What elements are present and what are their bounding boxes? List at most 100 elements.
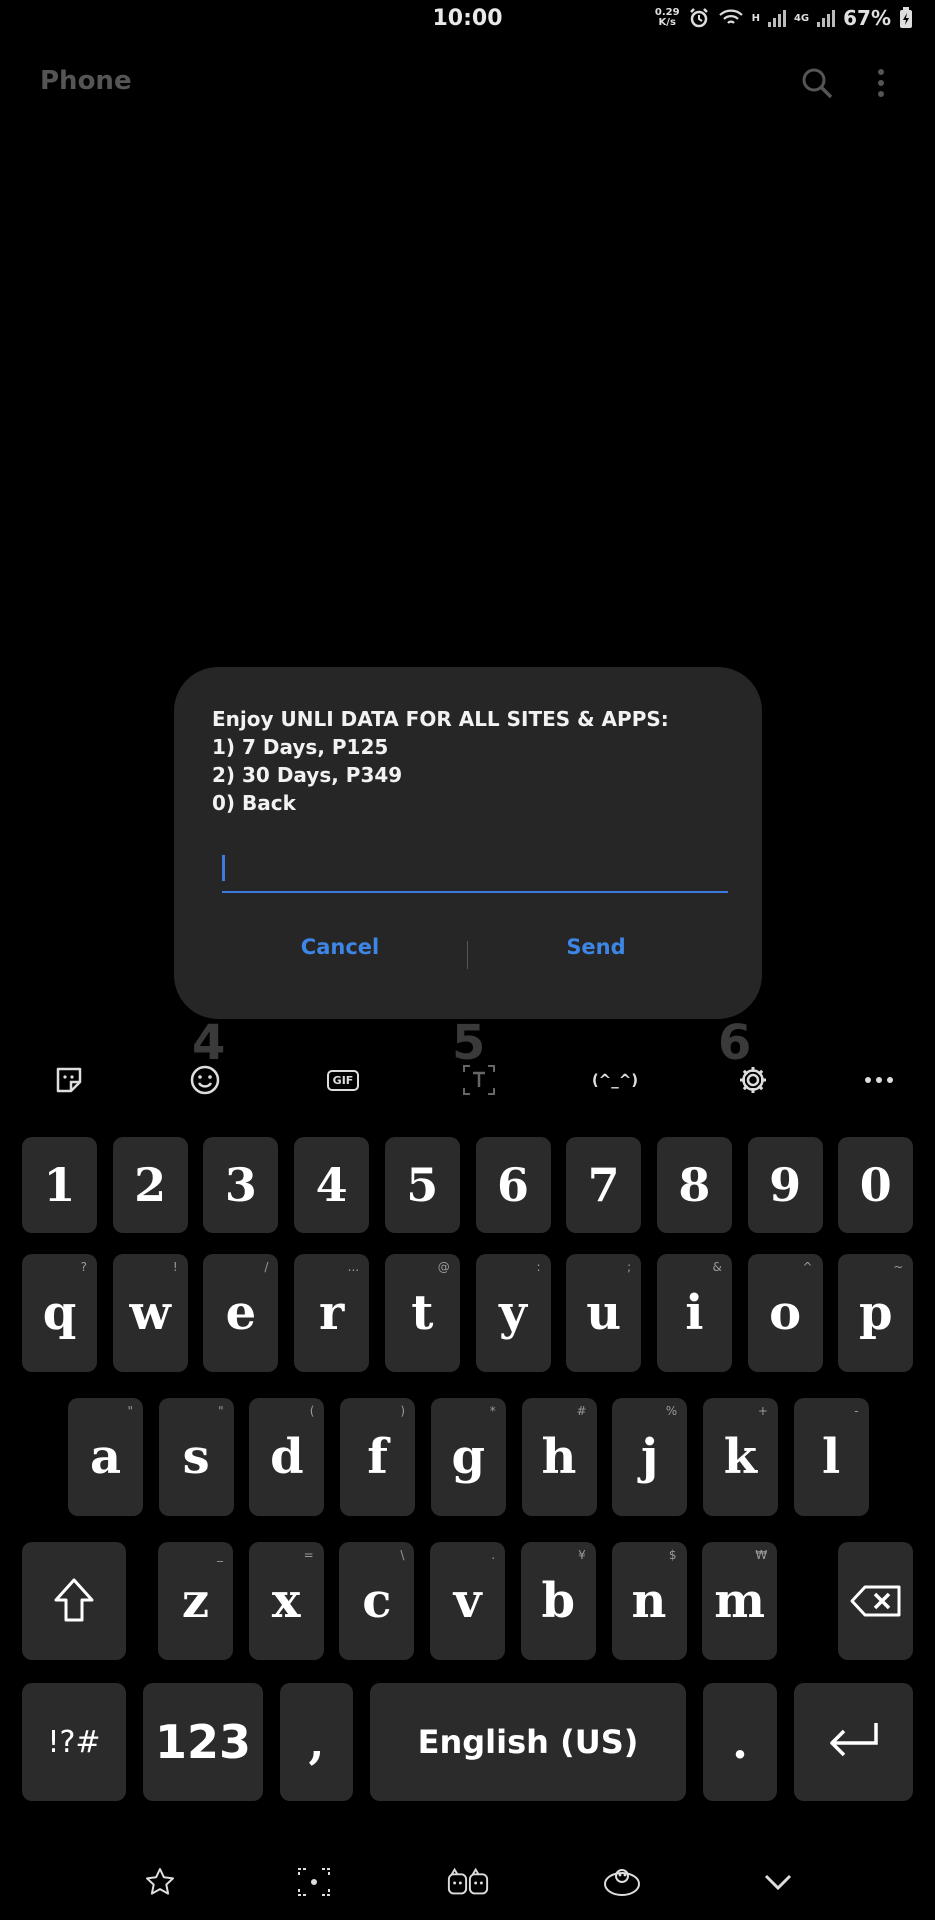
sticker-icon [56,1067,82,1093]
key-i[interactable]: i & [656,1254,732,1372]
favorites-button[interactable] [138,1860,182,1904]
key-j[interactable]: j% [612,1398,688,1516]
key-hint: ! [172,1260,178,1274]
key-f[interactable]: f) [340,1398,416,1516]
key-w[interactable]: w! [112,1254,188,1372]
text-scan-button[interactable] [454,1058,504,1102]
key-2[interactable]: 2 [112,1137,188,1233]
key-b[interactable]: b ¥ [520,1542,596,1660]
key-r[interactable]: r... [294,1254,370,1372]
key-7[interactable]: 7 [566,1137,642,1233]
key-n[interactable]: n $ [611,1542,687,1660]
key-label: 3 [224,1158,257,1212]
dialog-message: Enjoy UNLI DATA FOR ALL SITES & APPS: 1)… [212,707,669,815]
key-hint: ¥ [578,1548,586,1562]
key-k[interactable]: k + [702,1398,778,1516]
key-4[interactable]: 4 [294,1137,370,1233]
send-button[interactable]: Send [496,935,696,959]
key-5[interactable]: 5 [384,1137,460,1233]
key-3[interactable]: 3 [203,1137,279,1233]
key-hint: = [303,1548,314,1562]
toolbar-more-button[interactable] [854,1058,904,1102]
key-label: y [499,1285,527,1341]
mascot-icon [604,1869,640,1896]
search-button[interactable] [800,66,836,102]
key-q[interactable]: q? [22,1254,97,1372]
key-hint: + [757,1404,768,1418]
key-t[interactable]: t @ [384,1254,460,1372]
key-l[interactable]: l- [793,1398,869,1516]
key-d[interactable]: d( [249,1398,325,1516]
key-label: u [586,1285,622,1341]
key-hint: _ [217,1548,223,1562]
network-h-label: H [751,12,760,24]
battery-percent: 67% [843,6,891,30]
key-label: c [362,1573,392,1629]
key-label: n [631,1573,667,1629]
signal-icon-2 [817,9,836,27]
key-o[interactable]: o ^ [747,1254,823,1372]
key-9[interactable]: 9 [747,1137,823,1233]
response-input[interactable] [222,851,728,893]
key-p[interactable]: p ~ [838,1254,914,1372]
key-label: 5 [406,1158,439,1212]
kaomoji-button[interactable]: (^_^) [590,1058,640,1102]
key-0[interactable]: 0 [838,1137,914,1233]
key-label: k [723,1429,758,1485]
space-key[interactable]: English (US) [370,1683,686,1801]
key-label: 2 [134,1158,167,1212]
enter-key[interactable] [794,1683,913,1801]
key-z[interactable]: z _ [158,1542,233,1660]
cancel-button[interactable]: Cancel [240,935,440,959]
key-hint: - [854,1404,859,1418]
hide-keyboard-button[interactable] [756,1860,800,1904]
key-hint: / [264,1260,269,1274]
key-m[interactable]: m ₩ [702,1542,778,1660]
key-u[interactable]: u; [566,1254,642,1372]
more-options-button[interactable] [870,66,892,102]
numbers-key[interactable]: 123 [143,1683,263,1801]
key-label: q [42,1285,77,1341]
key-label: z [181,1573,210,1629]
backspace-key[interactable] [838,1542,913,1660]
key-label: 7 [587,1158,620,1212]
key-label: f [367,1429,388,1485]
sticker-button[interactable] [44,1058,94,1102]
shift-key[interactable] [22,1542,126,1660]
key-h[interactable]: h # [521,1398,597,1516]
key-8[interactable]: 8 [656,1137,732,1233]
app-title: Phone [40,66,132,96]
scan-button[interactable] [292,1860,336,1904]
mascot-button[interactable] [600,1860,644,1904]
key-y[interactable]: y: [475,1254,551,1372]
key-e[interactable]: e / [203,1254,279,1372]
key-label: t [411,1285,434,1341]
key-hint: " [127,1404,133,1418]
key-c[interactable]: c \ [339,1542,415,1660]
key-hint: @ [437,1260,450,1274]
key-label: w [129,1285,171,1341]
key-6[interactable]: 6 [475,1137,551,1233]
key-label: o [769,1285,802,1341]
emoji-button[interactable] [180,1058,230,1102]
key-hint: : [536,1260,541,1274]
net-speed-unit: K/s [658,17,676,28]
wifi-icon [718,9,743,24]
gif-icon: GIF [326,1069,360,1091]
keyboard-settings-button[interactable] [728,1058,778,1102]
key-1[interactable]: 1 [22,1137,97,1233]
key-s[interactable]: s " [158,1398,234,1516]
key-x[interactable]: x = [248,1542,324,1660]
period-key[interactable]: . [703,1683,777,1801]
key-v[interactable]: v. [430,1542,506,1660]
symbols-key[interactable]: !?# [22,1683,126,1801]
key-label: 4 [315,1158,348,1212]
search-icon [802,68,833,99]
backspace-icon [850,1585,900,1617]
key-g[interactable]: g * [430,1398,506,1516]
network-4g-label: 4G [793,12,810,24]
comma-key[interactable]: , [280,1683,353,1801]
bitmoji-button[interactable] [446,1860,490,1904]
key-a[interactable]: a " [68,1398,143,1516]
gif-button[interactable]: GIF [318,1058,368,1102]
